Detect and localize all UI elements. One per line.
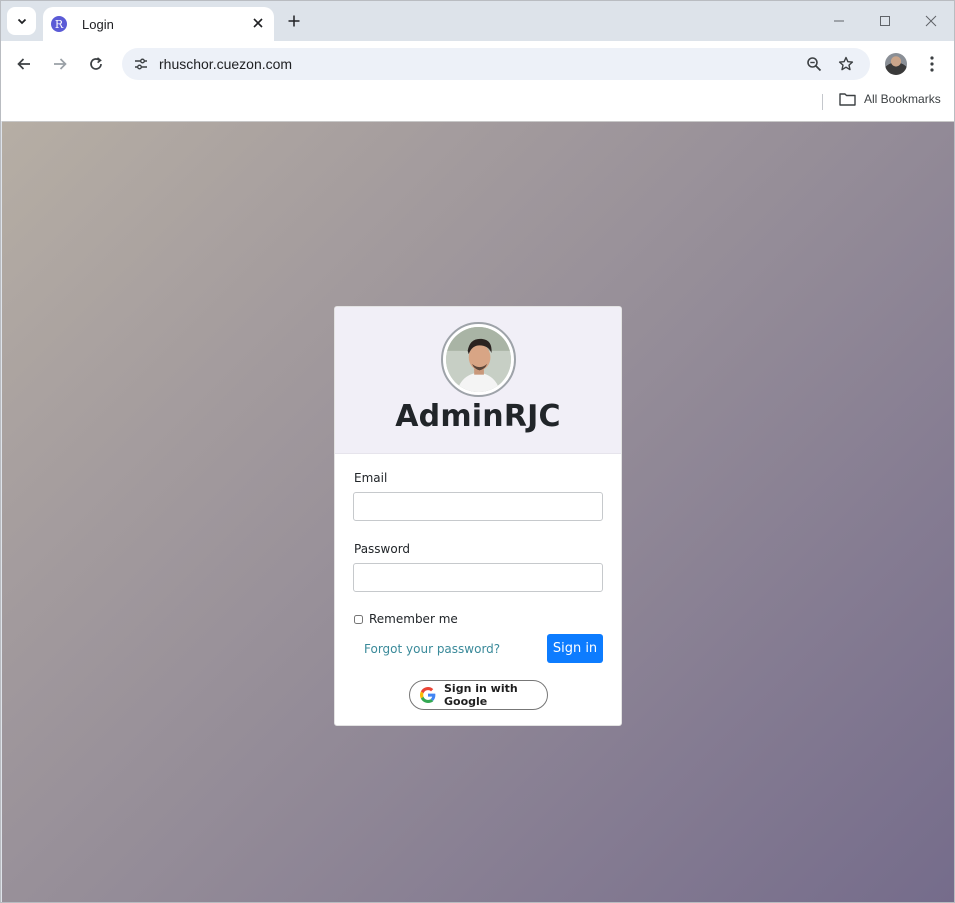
zoom-out-icon (807, 57, 822, 72)
sign-in-button[interactable]: Sign in (547, 634, 603, 663)
profile-photo-icon (446, 327, 511, 392)
close-icon (253, 18, 263, 28)
maximize-icon (880, 16, 890, 26)
bookmark-star-button[interactable] (836, 54, 856, 74)
arrow-left-icon (17, 58, 30, 70)
all-bookmarks-button[interactable]: All Bookmarks (839, 92, 941, 106)
bookmarks-divider (822, 94, 823, 110)
star-icon (838, 56, 854, 71)
tab-close-button[interactable] (250, 15, 266, 31)
plus-icon (288, 15, 300, 27)
more-vertical-icon (930, 56, 934, 72)
remember-me-checkbox[interactable] (354, 614, 363, 624)
browser-menu-button[interactable] (922, 53, 942, 75)
back-button[interactable] (13, 53, 35, 75)
minimize-button[interactable] (829, 11, 849, 31)
remember-me-label: Remember me (369, 612, 458, 626)
all-bookmarks-label: All Bookmarks (864, 92, 941, 106)
maximize-button[interactable] (875, 11, 895, 31)
reload-icon (90, 57, 102, 70)
remember-me: Remember me (354, 612, 458, 626)
site-favicon-icon: R (51, 16, 67, 32)
chevron-down-icon (17, 18, 26, 25)
folder-icon (839, 93, 856, 106)
google-logo-icon (420, 687, 436, 703)
brand-title: AdminRJC (395, 399, 561, 434)
google-sign-in-button[interactable]: Sign in with Google (409, 680, 548, 710)
tune-icon (135, 58, 147, 70)
address-bar[interactable]: rhuschor.cuezon.com (122, 48, 870, 80)
url-text[interactable]: rhuschor.cuezon.com (159, 56, 292, 72)
tab-search-button[interactable] (7, 7, 36, 35)
window-close-button[interactable] (921, 11, 941, 31)
password-label: Password (354, 542, 411, 556)
browser-toolbar: rhuschor.cuezon.com (1, 41, 954, 87)
email-field[interactable] (353, 492, 603, 521)
arrow-right-icon (54, 58, 67, 70)
login-card-header: AdminRJC (335, 307, 621, 454)
avatar-photo (446, 327, 511, 392)
close-icon (925, 15, 937, 27)
profile-avatar[interactable] (885, 53, 907, 75)
avatar (441, 322, 516, 397)
minimize-icon (834, 20, 844, 22)
forward-button[interactable] (49, 53, 71, 75)
tab-strip: R Login (1, 1, 954, 41)
password-field[interactable] (353, 563, 603, 592)
reload-button[interactable] (85, 53, 107, 75)
browser-tab[interactable]: R Login (43, 7, 274, 41)
email-label: Email (354, 471, 388, 485)
forgot-password-link[interactable]: Forgot your password? (364, 642, 500, 656)
google-sign-in-label: Sign in with Google (444, 682, 518, 708)
tab-title: Login (82, 16, 114, 32)
login-card: AdminRJC Email Password Remember me Forg… (334, 306, 622, 726)
browser-window: R Login rhuschor.cuezon.com All Bookmark… (0, 0, 955, 903)
new-tab-button[interactable] (284, 11, 304, 31)
bookmarks-bar: All Bookmarks (1, 87, 954, 121)
site-info-button[interactable] (130, 53, 152, 75)
page-viewport: AdminRJC Email Password Remember me Forg… (2, 121, 954, 902)
zoom-button[interactable] (804, 54, 824, 74)
